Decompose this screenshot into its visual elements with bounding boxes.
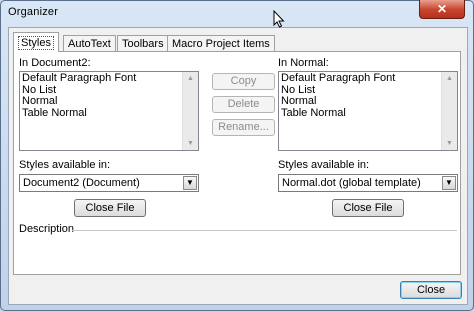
tab-autotext[interactable]: AutoText — [63, 35, 116, 51]
scroll-down-icon[interactable]: ▼ — [446, 140, 453, 147]
scroll-down-icon[interactable]: ▼ — [187, 140, 194, 147]
chevron-down-icon[interactable]: ▼ — [442, 176, 456, 190]
description-label: Description — [19, 223, 75, 235]
right-available-label: Styles available in: — [278, 159, 370, 171]
chevron-down-icon[interactable]: ▼ — [183, 176, 197, 190]
list-item[interactable]: Default Paragraph Font — [22, 72, 136, 85]
list-item[interactable]: Table Normal — [281, 107, 395, 120]
right-styles-list[interactable]: Default Paragraph Font No List Normal Ta… — [278, 71, 458, 151]
list-item[interactable]: Default Paragraph Font — [281, 72, 395, 85]
rename-button[interactable]: Rename... — [212, 119, 275, 136]
right-available-select[interactable]: Normal.dot (global template) ▼ — [278, 174, 458, 192]
copy-button[interactable]: Copy — [212, 73, 275, 90]
close-icon: ✕ — [436, 2, 448, 16]
delete-button[interactable]: Delete — [212, 96, 275, 113]
window-close-button[interactable]: ✕ — [419, 0, 465, 19]
left-styles-list[interactable]: Default Paragraph Font No List Normal Ta… — [19, 71, 199, 151]
organizer-dialog: Organizer ✕ Styles AutoText Toolbars Mac… — [0, 0, 474, 311]
list-item[interactable]: Normal — [281, 95, 395, 108]
left-close-file-button[interactable]: Close File — [74, 199, 146, 217]
window-title: Organizer — [8, 6, 59, 18]
left-list-scrollbar[interactable]: ▲ ▼ — [182, 72, 198, 150]
tab-toolbars-label: Toolbars — [122, 38, 164, 50]
scroll-up-icon[interactable]: ▲ — [446, 75, 453, 82]
tab-autotext-label: AutoText — [68, 38, 111, 50]
close-button[interactable]: Close — [400, 281, 462, 299]
left-available-value: Document2 (Document) — [23, 177, 140, 189]
scroll-up-icon[interactable]: ▲ — [187, 75, 194, 82]
tab-styles[interactable]: Styles — [13, 32, 59, 52]
tab-macro-project-items[interactable]: Macro Project Items — [167, 35, 275, 51]
tab-toolbars[interactable]: Toolbars — [117, 35, 169, 51]
right-list-scrollbar[interactable]: ▲ ▼ — [441, 72, 457, 150]
list-item[interactable]: Table Normal — [22, 107, 136, 120]
left-available-select[interactable]: Document2 (Document) ▼ — [19, 174, 199, 192]
right-close-file-button[interactable]: Close File — [332, 199, 404, 217]
left-available-label: Styles available in: — [19, 159, 111, 171]
right-available-value: Normal.dot (global template) — [282, 177, 421, 189]
mouse-cursor-icon — [273, 10, 285, 28]
tab-styles-label: Styles — [18, 36, 54, 50]
list-item[interactable]: Normal — [22, 95, 136, 108]
left-list-label: In Document2: — [19, 57, 91, 69]
tab-macro-project-items-label: Macro Project Items — [172, 38, 270, 50]
description-divider — [72, 230, 457, 231]
styles-panel: In Document2: Default Paragraph Font No … — [13, 51, 461, 275]
dialog-client-area: Styles AutoText Toolbars Macro Project I… — [8, 27, 468, 305]
right-list-label: In Normal: — [278, 57, 329, 69]
